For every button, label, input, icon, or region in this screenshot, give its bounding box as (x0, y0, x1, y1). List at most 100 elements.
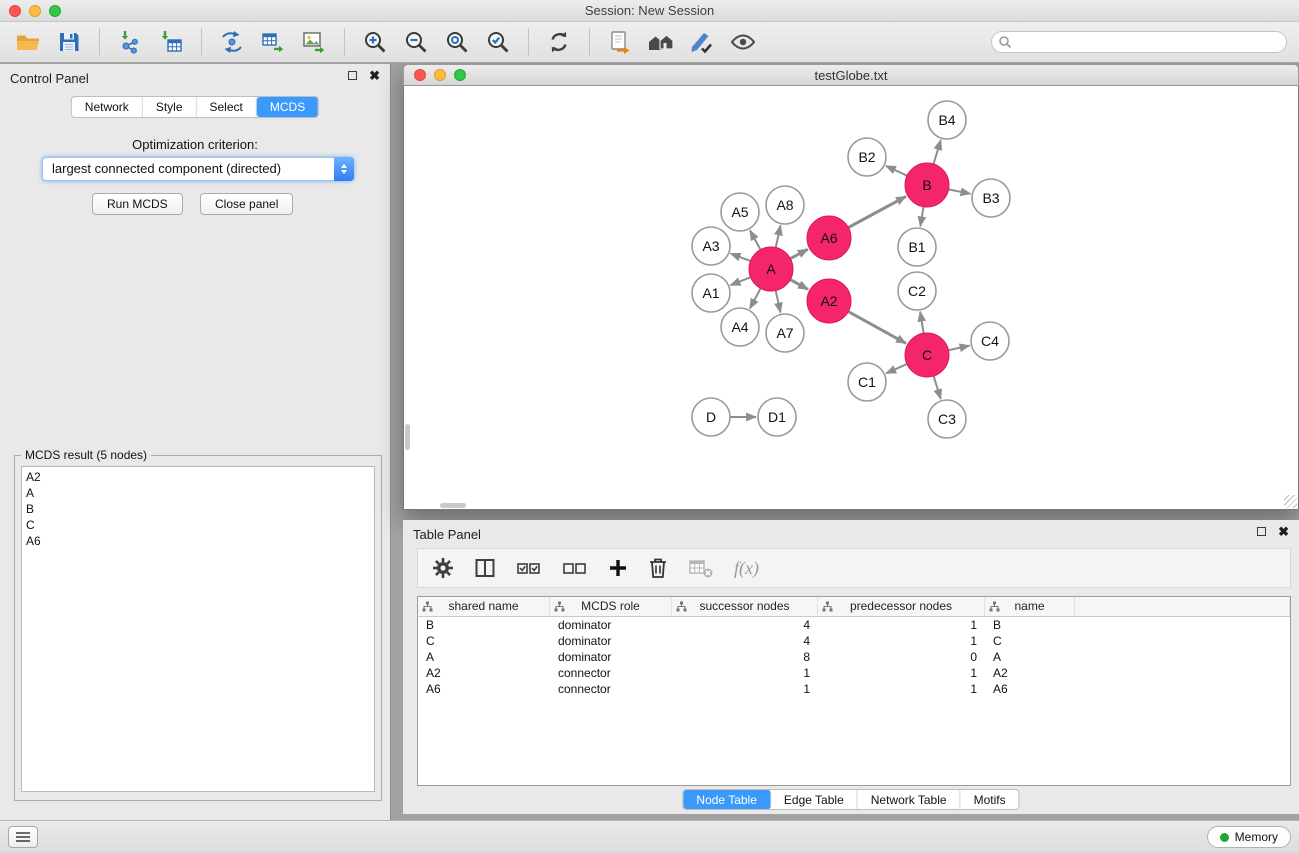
mcds-result-item[interactable]: A2 (26, 469, 370, 485)
task-history-button[interactable] (8, 826, 38, 848)
mcds-result-item[interactable]: C (26, 517, 370, 533)
import-network-icon[interactable] (114, 26, 146, 58)
zoom-out-icon[interactable] (400, 26, 432, 58)
zoom-network-window-button[interactable] (454, 69, 466, 81)
add-row-icon[interactable] (608, 558, 628, 578)
close-window-button[interactable] (9, 5, 21, 17)
edge-B-B3[interactable] (949, 189, 971, 193)
minimize-window-button[interactable] (29, 5, 41, 17)
node-C4[interactable]: C4 (971, 322, 1009, 360)
node-A6[interactable]: A6 (807, 216, 851, 260)
node-B[interactable]: B (905, 163, 949, 207)
tab-style[interactable]: Style (143, 97, 197, 117)
close-panel-button[interactable]: Close panel (200, 193, 293, 215)
float-panel-icon[interactable] (348, 71, 357, 80)
save-session-icon[interactable] (53, 26, 85, 58)
open-recent-icon[interactable] (604, 26, 636, 58)
deselect-all-icon[interactable] (562, 557, 588, 579)
column-header-successor-nodes[interactable]: successor nodes (672, 597, 818, 616)
node-A2[interactable]: A2 (807, 279, 851, 323)
tab-network[interactable]: Network (72, 97, 143, 117)
edge-A-A6[interactable] (790, 249, 807, 258)
network-window-titlebar[interactable]: testGlobe.txt (403, 64, 1299, 86)
close-network-window-button[interactable] (414, 69, 426, 81)
close-table-panel-icon[interactable]: ✖ (1278, 527, 1289, 536)
memory-button[interactable]: Memory (1207, 826, 1291, 848)
node-A[interactable]: A (749, 247, 793, 291)
node-B1[interactable]: B1 (898, 228, 936, 266)
edge-A6-B[interactable] (848, 196, 906, 227)
export-table-icon[interactable] (257, 26, 289, 58)
node-A7[interactable]: A7 (766, 314, 804, 352)
open-session-icon[interactable] (12, 26, 44, 58)
dropdown-stepper-icon[interactable] (334, 157, 354, 181)
table-row[interactable]: Bdominator41B (418, 617, 1290, 633)
tab-edge-table[interactable]: Edge Table (771, 790, 858, 809)
edge-B-B4[interactable] (934, 140, 941, 164)
mcds-result-item[interactable]: A6 (26, 533, 370, 549)
edge-A-A2[interactable] (790, 280, 808, 290)
mcds-result-list[interactable]: A2ABCA6 (21, 466, 375, 792)
edge-B-B1[interactable] (920, 207, 923, 227)
delete-table-icon[interactable] (688, 557, 714, 579)
float-table-panel-icon[interactable] (1257, 527, 1266, 536)
table-row[interactable]: Cdominator41C (418, 633, 1290, 649)
node-C[interactable]: C (905, 333, 949, 377)
edge-A2-C[interactable] (848, 312, 906, 344)
node-B3[interactable]: B3 (972, 179, 1010, 217)
node-D1[interactable]: D1 (758, 398, 796, 436)
delete-row-icon[interactable] (648, 557, 668, 579)
edge-C-C4[interactable] (949, 346, 970, 351)
tab-network-table[interactable]: Network Table (858, 790, 961, 809)
zoom-fit-icon[interactable] (441, 26, 473, 58)
network-canvas[interactable]: B4B2BB3A5A8A6A3B1AC2A1A2A4A7C4CC1DD1C3 (403, 86, 1299, 510)
show-columns-icon[interactable] (474, 557, 496, 579)
table-row[interactable]: A2connector11A2 (418, 665, 1290, 681)
edge-B-B2[interactable] (886, 166, 907, 176)
tab-node-table[interactable]: Node Table (683, 790, 771, 809)
node-C1[interactable]: C1 (848, 363, 886, 401)
apply-style-icon[interactable] (686, 26, 718, 58)
node-B4[interactable]: B4 (928, 101, 966, 139)
edge-C-C1[interactable] (886, 364, 907, 373)
network-manager-icon[interactable] (645, 26, 677, 58)
column-header-shared-name[interactable]: shared name (418, 597, 550, 616)
criterion-dropdown[interactable]: largest connected component (directed) (42, 157, 354, 181)
mcds-result-item[interactable]: A (26, 485, 370, 501)
node-A4[interactable]: A4 (721, 308, 759, 346)
edge-C-C2[interactable] (920, 312, 923, 334)
import-table-icon[interactable] (155, 26, 187, 58)
search-input[interactable] (991, 31, 1287, 53)
zoom-in-icon[interactable] (359, 26, 391, 58)
edge-A-A8[interactable] (776, 226, 781, 248)
close-panel-icon[interactable]: ✖ (369, 71, 380, 80)
node-A3[interactable]: A3 (692, 227, 730, 265)
node-A5[interactable]: A5 (721, 193, 759, 231)
edge-A-A4[interactable] (750, 288, 761, 308)
network-graph[interactable]: B4B2BB3A5A8A6A3B1AC2A1A2A4A7C4CC1DD1C3 (404, 86, 1298, 509)
select-all-icon[interactable] (516, 557, 542, 579)
column-header-predecessor-nodes[interactable]: predecessor nodes (818, 597, 985, 616)
column-header-MCDS-role[interactable]: MCDS role (550, 597, 672, 616)
tab-motifs[interactable]: Motifs (961, 790, 1019, 809)
edge-A-A1[interactable] (731, 277, 751, 285)
table-row[interactable]: A6connector11A6 (418, 681, 1290, 697)
node-A1[interactable]: A1 (692, 274, 730, 312)
column-header-name[interactable]: name (985, 597, 1075, 616)
tab-mcds[interactable]: MCDS (257, 97, 318, 117)
refresh-icon[interactable] (543, 26, 575, 58)
edge-C-C3[interactable] (934, 376, 941, 399)
node-A8[interactable]: A8 (766, 186, 804, 224)
export-network-icon[interactable] (216, 26, 248, 58)
minimize-network-window-button[interactable] (434, 69, 446, 81)
mcds-result-item[interactable]: B (26, 501, 370, 517)
edge-A-A7[interactable] (776, 291, 781, 313)
table-settings-icon[interactable] (432, 557, 454, 579)
run-mcds-button[interactable]: Run MCDS (92, 193, 183, 215)
node-B2[interactable]: B2 (848, 138, 886, 176)
edge-A-A5[interactable] (750, 230, 761, 249)
table-row[interactable]: Adominator80A (418, 649, 1290, 665)
horizontal-scrollbar-thumb[interactable] (440, 503, 466, 508)
node-D[interactable]: D (692, 398, 730, 436)
resize-grip[interactable] (1284, 495, 1297, 508)
